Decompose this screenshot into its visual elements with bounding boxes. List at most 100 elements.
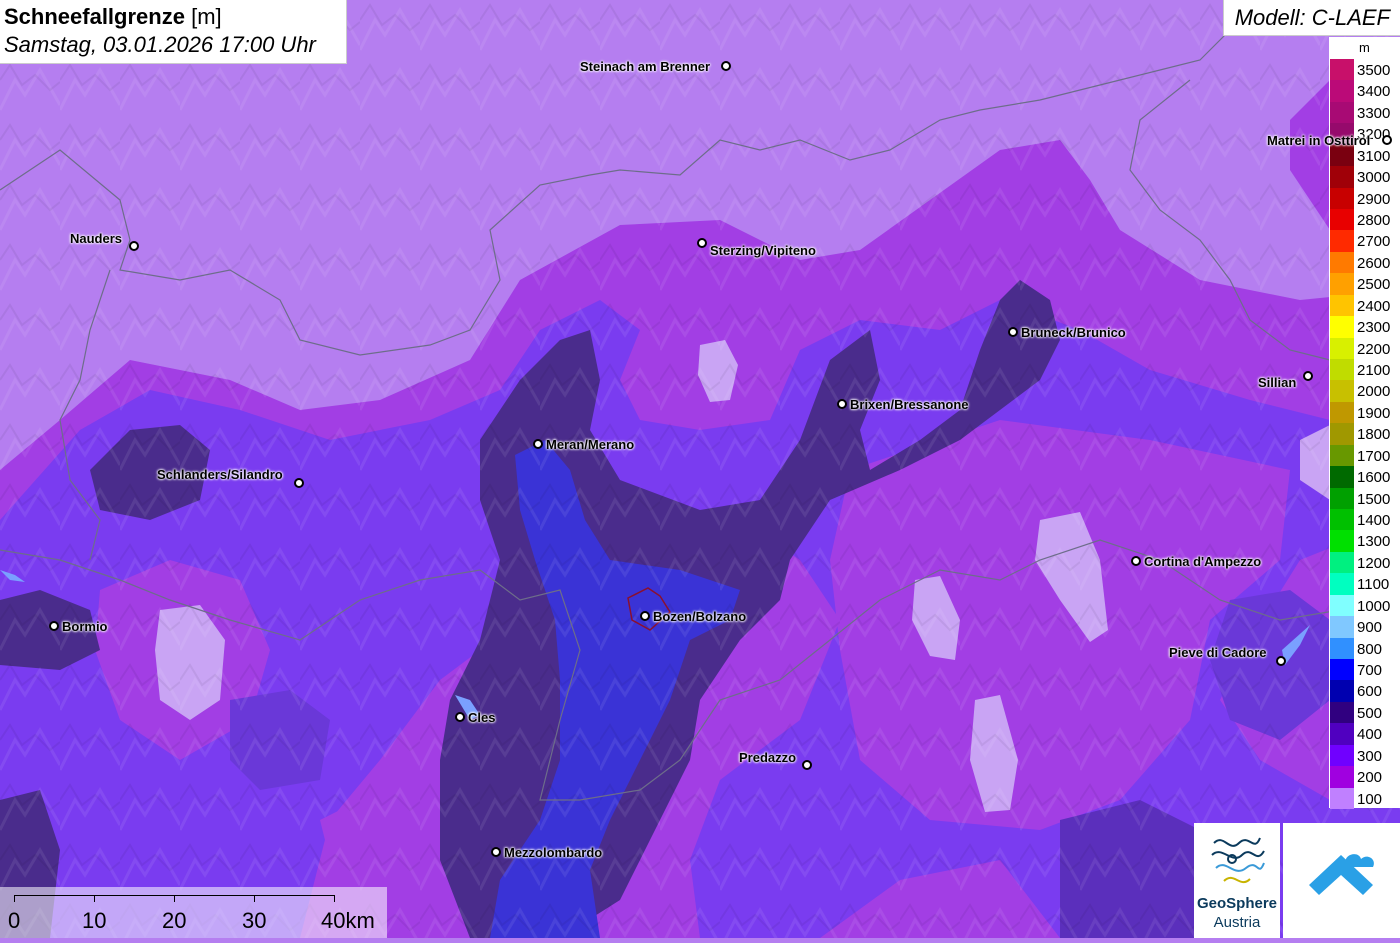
legend-swatch bbox=[1330, 744, 1354, 767]
city-dot-icon bbox=[129, 241, 139, 251]
legend-label: 200 bbox=[1357, 769, 1383, 787]
legend-row: 1700 bbox=[1329, 444, 1400, 467]
scale-label-20: 20 bbox=[162, 908, 187, 933]
legend-unit: m bbox=[1359, 40, 1370, 55]
city-label: Nauders bbox=[70, 231, 123, 246]
legend-swatch bbox=[1330, 80, 1354, 102]
legend-swatch bbox=[1330, 230, 1354, 252]
legend-row: 100 bbox=[1329, 787, 1400, 810]
legend-label: 2400 bbox=[1357, 297, 1391, 315]
legend-swatch bbox=[1330, 359, 1354, 381]
scale-tick bbox=[14, 895, 15, 902]
legend-row: 800 bbox=[1329, 637, 1400, 660]
map-title-text: Schneefallgrenze bbox=[4, 4, 185, 29]
legend-row: 2200 bbox=[1329, 337, 1400, 359]
scale-tick bbox=[334, 895, 335, 902]
legend-label: 300 bbox=[1357, 747, 1383, 765]
legend-swatch bbox=[1330, 423, 1354, 445]
legend-label: 2800 bbox=[1357, 212, 1391, 229]
scale-label-30: 30 bbox=[242, 908, 267, 933]
city-dot-icon bbox=[491, 847, 501, 857]
legend-row: 300 bbox=[1329, 744, 1400, 767]
legend-swatch bbox=[1330, 251, 1354, 274]
legend-row: 400 bbox=[1329, 723, 1400, 745]
map-datetime: Samstag, 03.01.2026 17:00 Uhr bbox=[4, 32, 316, 57]
city-dot-icon bbox=[1303, 371, 1313, 381]
legend-label: 3000 bbox=[1357, 169, 1391, 187]
legend-swatch bbox=[1330, 680, 1354, 702]
legend-row: 1400 bbox=[1329, 509, 1400, 531]
scale-tick bbox=[254, 895, 255, 902]
legend-label: 1200 bbox=[1357, 554, 1391, 572]
legend-swatch bbox=[1330, 273, 1354, 295]
legend-label: 1300 bbox=[1357, 533, 1391, 551]
legend-row: 2600 bbox=[1329, 251, 1400, 274]
geosphere-country: Austria bbox=[1213, 914, 1261, 931]
weather-app-icon bbox=[1309, 854, 1374, 895]
city-dot-icon bbox=[640, 611, 650, 621]
city-label: Pieve di Cadore bbox=[1169, 645, 1267, 660]
legend-label: 800 bbox=[1357, 640, 1383, 658]
legend-row: 1000 bbox=[1329, 594, 1400, 617]
city-label: Bozen/Bolzano bbox=[653, 609, 747, 624]
legend-row: 2000 bbox=[1329, 380, 1400, 402]
city-dot-icon bbox=[49, 621, 59, 631]
legend-swatch bbox=[1330, 701, 1354, 724]
legend-row: 1500 bbox=[1329, 487, 1400, 510]
legend-swatch bbox=[1330, 787, 1354, 810]
legend-row: 2900 bbox=[1329, 187, 1400, 209]
legend-swatch bbox=[1330, 509, 1354, 531]
geosphere-logo[interactable]: GeoSphere Austria bbox=[1194, 823, 1280, 938]
legend-swatch bbox=[1330, 723, 1354, 745]
legend-row: 2300 bbox=[1329, 316, 1400, 338]
city-dot-icon bbox=[533, 439, 543, 449]
city-label: Schlanders/Silandro bbox=[157, 467, 283, 482]
legend-swatch bbox=[1330, 101, 1354, 124]
legend-row: 2800 bbox=[1329, 209, 1400, 231]
legend-label: 600 bbox=[1357, 683, 1383, 701]
legend-row: 1600 bbox=[1329, 466, 1400, 488]
legend-label: 1100 bbox=[1357, 576, 1390, 594]
legend-row: 1200 bbox=[1329, 551, 1400, 574]
weather-app-logo[interactable] bbox=[1283, 823, 1400, 938]
legend-row: 1900 bbox=[1329, 401, 1400, 424]
legend-label: 2200 bbox=[1357, 340, 1391, 358]
legend-row: 1800 bbox=[1329, 423, 1400, 445]
scale-bar: 0 10 20 30 40km bbox=[0, 887, 387, 938]
legend-label: 1800 bbox=[1357, 426, 1391, 444]
city-dot-icon bbox=[1276, 656, 1286, 666]
legend-label: 3500 bbox=[1357, 62, 1391, 79]
legend-row: 600 bbox=[1329, 680, 1400, 702]
legend-label: 2100 bbox=[1357, 362, 1391, 380]
legend-swatch bbox=[1330, 659, 1354, 681]
city-label: Bruneck/Brunico bbox=[1021, 325, 1126, 340]
city-label: Sillian bbox=[1258, 375, 1297, 390]
legend-label: 1900 bbox=[1357, 404, 1391, 422]
legend-swatch bbox=[1330, 551, 1354, 574]
legend-swatch bbox=[1330, 766, 1354, 788]
city-label: Cortina d'Ampezzo bbox=[1144, 554, 1262, 569]
city-dot-icon bbox=[837, 399, 847, 409]
legend-label: 1500 bbox=[1357, 490, 1391, 508]
legend-swatch bbox=[1330, 466, 1354, 488]
legend-swatch bbox=[1330, 530, 1354, 552]
city-label: Meran/Merano bbox=[546, 437, 635, 452]
legend-label: 2300 bbox=[1357, 319, 1391, 337]
legend-row: 2700 bbox=[1329, 230, 1400, 252]
legend-label: 700 bbox=[1357, 662, 1383, 680]
legend-label: 2500 bbox=[1357, 276, 1391, 294]
legend-swatch bbox=[1330, 316, 1354, 338]
legend-swatch bbox=[1330, 380, 1354, 402]
city-dot-icon bbox=[1382, 135, 1392, 145]
scale-tick bbox=[174, 895, 175, 902]
scale-tick bbox=[94, 895, 95, 902]
legend-label: 900 bbox=[1357, 619, 1383, 637]
city-dot-icon bbox=[697, 238, 707, 248]
city-dot-icon bbox=[1008, 327, 1018, 337]
model-label: Modell: C-LAEF bbox=[1234, 5, 1390, 30]
legend-label: 3400 bbox=[1357, 83, 1391, 101]
legend-row: 700 bbox=[1329, 659, 1400, 681]
legend-swatch bbox=[1330, 166, 1354, 188]
city-dot-icon bbox=[802, 760, 812, 770]
legend-label: 1400 bbox=[1357, 512, 1391, 530]
